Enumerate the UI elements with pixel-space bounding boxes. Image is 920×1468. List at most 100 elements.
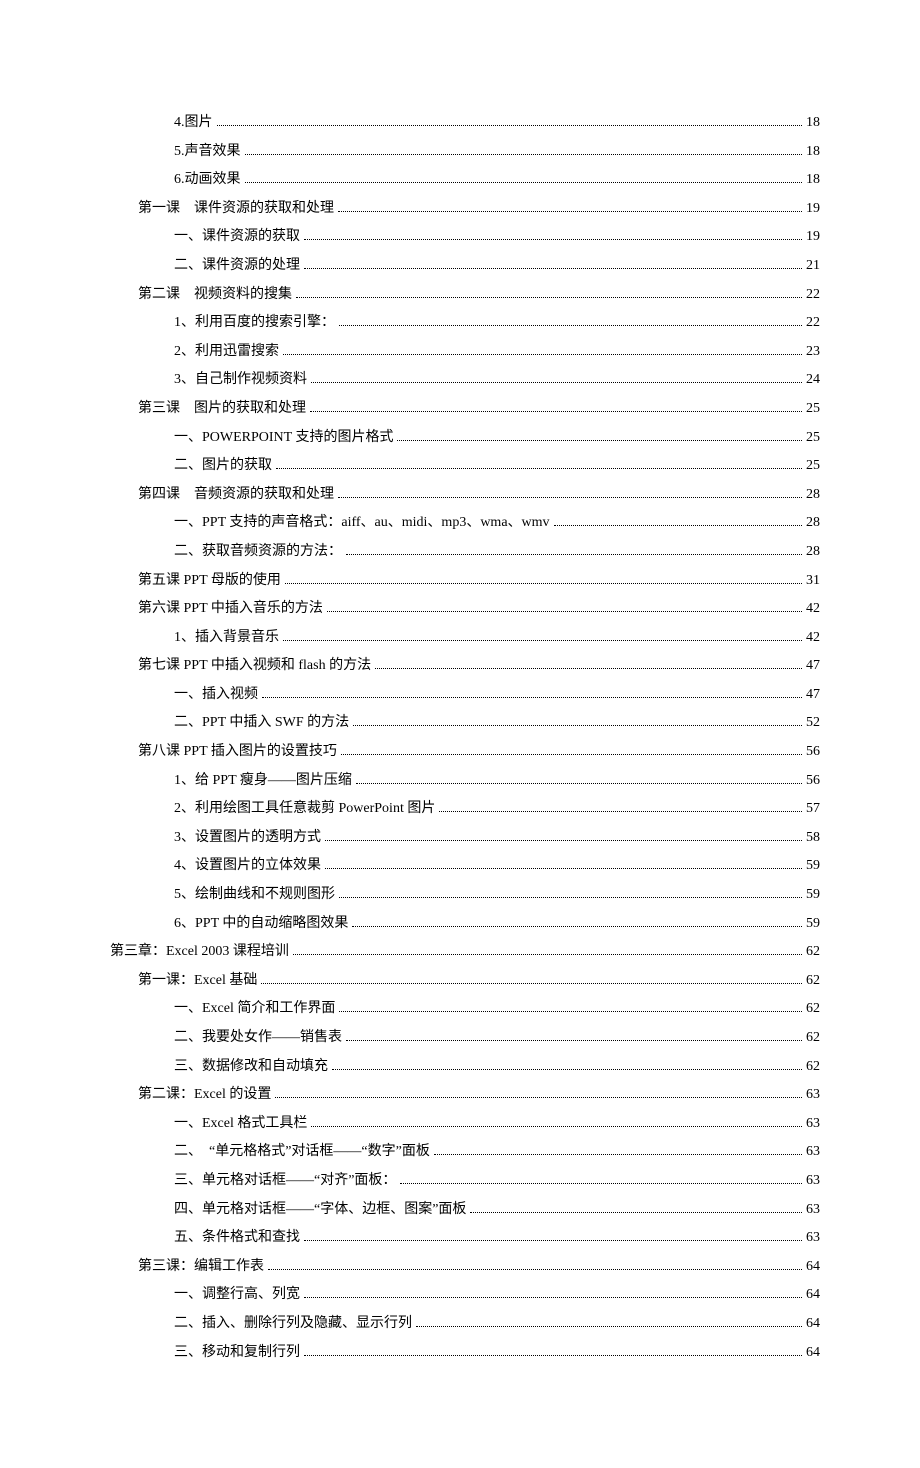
toc-entry[interactable]: 第三课：编辑工作表 64 <box>110 1254 820 1281</box>
toc-entry-page: 62 <box>806 939 820 966</box>
toc-entry[interactable]: 4.图片18 <box>110 110 820 137</box>
toc-entry-text: 第八课 PPT 插入图片的设置技巧 <box>138 739 337 766</box>
toc-entry-text: 第七课 PPT 中插入视频和 flash 的方法 <box>138 653 371 680</box>
toc-entry-text: 第一课 课件资源的获取和处理 <box>138 196 334 223</box>
toc-leader <box>285 583 802 584</box>
toc-entry-text: 第三章：Excel 2003 课程培训 <box>110 939 289 966</box>
toc-entry[interactable]: 3、自己制作视频资料24 <box>110 367 820 394</box>
toc-entry[interactable]: 三、单元格对话框——“对齐”面板：63 <box>110 1168 820 1195</box>
toc-entry[interactable]: 二、我要处女作——销售表62 <box>110 1025 820 1052</box>
toc-entry[interactable]: 6、PPT 中的自动缩略图效果59 <box>110 911 820 938</box>
toc-entry[interactable]: 第一课：Excel 基础62 <box>110 968 820 995</box>
toc-leader <box>339 325 802 326</box>
toc-entry[interactable]: 一、PPT 支持的声音格式：aiff、au、midi、mp3、wma、wmv28 <box>110 510 820 537</box>
toc-entry[interactable]: 5、绘制曲线和不规则图形59 <box>110 882 820 909</box>
toc-leader <box>293 954 802 955</box>
toc-leader <box>346 554 802 555</box>
toc-entry[interactable]: 第三课 图片的获取和处理 25 <box>110 396 820 423</box>
toc-entry[interactable]: 二、课件资源的处理21 <box>110 253 820 280</box>
toc-entry-page: 52 <box>806 710 820 737</box>
toc-leader <box>338 211 802 212</box>
toc-entry-text: 第二课 视频资料的搜集 <box>138 282 292 309</box>
toc-entry[interactable]: 二、图片的获取25 <box>110 453 820 480</box>
toc-entry[interactable]: 第八课 PPT 插入图片的设置技巧 56 <box>110 739 820 766</box>
toc-entry-page: 18 <box>806 167 820 194</box>
toc-entry[interactable]: 1、给 PPT 瘦身——图片压缩56 <box>110 768 820 795</box>
toc-entry-text: 3、设置图片的透明方式 <box>174 825 321 852</box>
toc-entry[interactable]: 第四课 音频资源的获取和处理28 <box>110 482 820 509</box>
toc-entry-text: 二、图片的获取 <box>174 453 272 480</box>
toc-entry-page: 62 <box>806 1054 820 1081</box>
toc-entry-text: 五、条件格式和查找 <box>174 1225 300 1252</box>
toc-entry-page: 63 <box>806 1197 820 1224</box>
toc-entry[interactable]: 第七课 PPT 中插入视频和 flash 的方法47 <box>110 653 820 680</box>
toc-entry[interactable]: 一、调整行高、列宽64 <box>110 1282 820 1309</box>
toc-entry[interactable]: 二、插入、删除行列及隐藏、显示行列64 <box>110 1311 820 1338</box>
toc-entry-text: 一、POWERPOINT 支持的图片格式 <box>174 425 393 452</box>
toc-leader <box>245 154 803 155</box>
toc-entry-text: 一、Excel 简介和工作界面 <box>174 996 335 1023</box>
toc-entry[interactable]: 一、插入视频47 <box>110 682 820 709</box>
toc-entry[interactable]: 三、移动和复制行列64 <box>110 1340 820 1367</box>
toc-entry-text: 3、自己制作视频资料 <box>174 367 307 394</box>
toc-entry[interactable]: 第二课：Excel 的设置63 <box>110 1082 820 1109</box>
toc-entry[interactable]: 2、利用迅雷搜索23 <box>110 339 820 366</box>
toc-entry[interactable]: 一、Excel 格式工具栏63 <box>110 1111 820 1138</box>
toc-entry[interactable]: 3、设置图片的透明方式58 <box>110 825 820 852</box>
toc-entry-page: 62 <box>806 968 820 995</box>
toc-entry-page: 64 <box>806 1254 820 1281</box>
toc-leader <box>339 1011 802 1012</box>
toc-entry[interactable]: 5.声音效果18 <box>110 139 820 166</box>
toc-entry[interactable]: 二、获取音频资源的方法：28 <box>110 539 820 566</box>
toc-entry[interactable]: 6.动画效果 18 <box>110 167 820 194</box>
toc-entry-text: 2、利用迅雷搜索 <box>174 339 279 366</box>
toc-leader <box>400 1183 802 1184</box>
toc-entry-page: 64 <box>806 1282 820 1309</box>
toc-entry[interactable]: 五、条件格式和查找63 <box>110 1225 820 1252</box>
toc-leader <box>245 182 803 183</box>
toc-entry-text: 第三课 图片的获取和处理 <box>138 396 306 423</box>
toc-entry-page: 21 <box>806 253 820 280</box>
toc-entry-page: 18 <box>806 139 820 166</box>
toc-entry-text: 二、获取音频资源的方法： <box>174 539 342 566</box>
toc-leader <box>375 668 802 669</box>
toc-entry-text: 第三课：编辑工作表 <box>138 1254 264 1281</box>
toc-entry-text: 第六课 PPT 中插入音乐的方法 <box>138 596 323 623</box>
toc-entry-text: 一、PPT 支持的声音格式：aiff、au、midi、mp3、wma、wmv <box>174 510 550 537</box>
toc-entry-text: 一、插入视频 <box>174 682 258 709</box>
toc-entry[interactable]: 1、插入背景音乐42 <box>110 625 820 652</box>
toc-entry[interactable]: 一、课件资源的获取19 <box>110 224 820 251</box>
toc-entry-text: 2、利用绘图工具任意裁剪 PowerPoint 图片 <box>174 796 435 823</box>
toc-entry[interactable]: 4、设置图片的立体效果59 <box>110 853 820 880</box>
toc-entry-text: 6.动画效果 <box>174 167 241 194</box>
toc-leader <box>304 268 802 269</box>
toc-entry[interactable]: 第二课 视频资料的搜集22 <box>110 282 820 309</box>
toc-entry[interactable]: 1、利用百度的搜索引擎：22 <box>110 310 820 337</box>
toc-entry-page: 64 <box>806 1311 820 1338</box>
toc-entry-page: 56 <box>806 739 820 766</box>
toc-entry-page: 42 <box>806 596 820 623</box>
toc-entry[interactable]: 第一课 课件资源的获取和处理19 <box>110 196 820 223</box>
toc-entry-text: 1、利用百度的搜索引擎： <box>174 310 335 337</box>
toc-entry[interactable]: 一、Excel 简介和工作界面62 <box>110 996 820 1023</box>
toc-leader <box>310 411 802 412</box>
toc-entry-page: 25 <box>806 396 820 423</box>
toc-leader <box>268 1269 802 1270</box>
toc-entry-text: 三、数据修改和自动填充 <box>174 1054 328 1081</box>
toc-entry-page: 59 <box>806 882 820 909</box>
toc-entry[interactable]: 第六课 PPT 中插入音乐的方法 42 <box>110 596 820 623</box>
toc-entry-page: 28 <box>806 482 820 509</box>
toc-entry[interactable]: 一、POWERPOINT 支持的图片格式25 <box>110 425 820 452</box>
toc-leader <box>470 1212 802 1213</box>
toc-leader <box>356 783 802 784</box>
toc-entry[interactable]: 二、PPT 中插入 SWF 的方法52 <box>110 710 820 737</box>
toc-leader <box>341 754 802 755</box>
toc-entry-page: 42 <box>806 625 820 652</box>
toc-entry[interactable]: 四、单元格对话框——“字体、边框、图案”面板63 <box>110 1197 820 1224</box>
toc-entry[interactable]: 第五课 PPT 母版的使用31 <box>110 568 820 595</box>
toc-entry[interactable]: 三、数据修改和自动填充 62 <box>110 1054 820 1081</box>
toc-entry-page: 62 <box>806 1025 820 1052</box>
toc-entry[interactable]: 第三章：Excel 2003 课程培训 62 <box>110 939 820 966</box>
toc-entry[interactable]: 二、 “单元格格式”对话框——“数字”面板63 <box>110 1139 820 1166</box>
toc-entry[interactable]: 2、利用绘图工具任意裁剪 PowerPoint 图片57 <box>110 796 820 823</box>
